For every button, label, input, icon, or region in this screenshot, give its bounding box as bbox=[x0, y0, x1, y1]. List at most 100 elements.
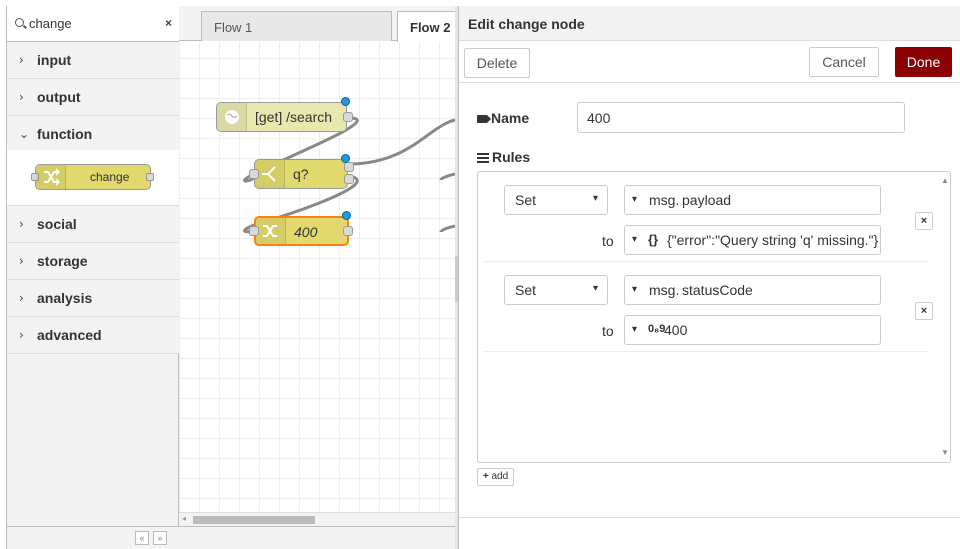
target-type-prefix: msg. bbox=[649, 192, 680, 208]
remove-rule-button[interactable]: × bbox=[915, 302, 933, 320]
output-port bbox=[146, 173, 154, 181]
workspace: Flow 1 Flow 2 [get] /search q? 400 ◂ bbox=[179, 6, 467, 549]
collapse-all-button[interactable]: « bbox=[135, 531, 149, 545]
input-port bbox=[249, 226, 259, 236]
rule-value-text: 400 bbox=[664, 322, 688, 338]
delete-button[interactable]: Delete bbox=[464, 48, 530, 78]
clear-search-icon[interactable]: × bbox=[165, 16, 172, 30]
shuffle-icon bbox=[256, 218, 286, 244]
expand-all-button[interactable]: » bbox=[153, 531, 167, 545]
flow-node-label: 400 bbox=[294, 224, 318, 240]
category-social[interactable]: › social bbox=[7, 206, 179, 243]
target-type-prefix: msg. bbox=[649, 282, 680, 298]
category-label: function bbox=[37, 126, 93, 142]
number-type-icon: 0₈9 bbox=[648, 323, 666, 335]
rule-action-value: Set bbox=[515, 282, 537, 298]
category-label: storage bbox=[37, 253, 88, 269]
type-select-caret-icon[interactable]: ▾ bbox=[632, 284, 637, 295]
dropdown-caret-icon: ▾ bbox=[592, 193, 598, 204]
flow-node-change[interactable]: 400 bbox=[249, 211, 353, 246]
rule-value-input[interactable]: ▾ {} {"error":"Query string 'q' missing.… bbox=[624, 225, 881, 255]
category-label: output bbox=[37, 89, 81, 105]
add-rule-button[interactable]: + add bbox=[477, 468, 514, 486]
output-port bbox=[343, 112, 353, 122]
flow-node-switch[interactable]: q? bbox=[249, 154, 354, 189]
input-port bbox=[249, 169, 259, 179]
palette-search-input[interactable]: change bbox=[29, 16, 72, 31]
category-label: analysis bbox=[37, 290, 93, 306]
remove-rule-button[interactable]: × bbox=[915, 212, 933, 230]
category-output[interactable]: › output bbox=[7, 79, 179, 116]
changed-indicator bbox=[341, 97, 350, 106]
palette-node-change[interactable]: change bbox=[31, 164, 154, 190]
category-label: advanced bbox=[37, 327, 102, 343]
done-button[interactable]: Done bbox=[895, 47, 952, 77]
rule-action-select[interactable]: Set ▾ bbox=[504, 275, 608, 305]
palette-footer: « » bbox=[7, 526, 179, 549]
tab-flow-1[interactable]: Flow 1 bbox=[201, 11, 392, 41]
globe-icon bbox=[217, 103, 247, 131]
flow-canvas[interactable]: [get] /search q? 400 bbox=[179, 42, 455, 512]
tray-header: Edit change node bbox=[459, 6, 960, 41]
name-label-text: Name bbox=[491, 110, 530, 126]
flow-node-http-in[interactable]: [get] /search bbox=[216, 97, 353, 132]
flow-node-label: [get] /search bbox=[255, 109, 333, 125]
palette-node-label: change bbox=[90, 170, 130, 184]
rule-action-select[interactable]: Set ▾ bbox=[504, 185, 608, 215]
category-input[interactable]: › input bbox=[7, 42, 179, 79]
add-rule-label: add bbox=[491, 471, 509, 482]
target-value: payload bbox=[682, 192, 732, 208]
tray-footer bbox=[459, 517, 960, 549]
category-function-nodes: change bbox=[7, 150, 179, 206]
scroll-up-icon[interactable]: ▲ bbox=[941, 176, 949, 185]
list-icon bbox=[477, 153, 489, 163]
rules-scrollbar[interactable]: ▲ ▼ bbox=[939, 172, 950, 462]
scroll-down-icon[interactable]: ▼ bbox=[941, 448, 949, 457]
type-select-caret-icon[interactable]: ▾ bbox=[632, 234, 637, 245]
chevron-right-icon: › bbox=[19, 328, 24, 342]
tray-toolbar: Delete Cancel Done bbox=[459, 41, 960, 83]
output-port bbox=[343, 226, 353, 236]
rule-target-input[interactable]: ▾ msg. payload bbox=[624, 185, 881, 215]
json-type-icon: {} bbox=[648, 232, 659, 247]
palette: change × › input › output ⌄ function cha… bbox=[6, 6, 179, 549]
shuffle-icon bbox=[36, 165, 66, 189]
chevron-down-icon: ⌄ bbox=[19, 127, 30, 141]
rule-value-input[interactable]: ▾ 0₈9 400 bbox=[624, 315, 881, 345]
type-select-caret-icon[interactable]: ▾ bbox=[632, 194, 637, 205]
type-select-caret-icon[interactable]: ▾ bbox=[632, 324, 637, 335]
rules-label: Rules bbox=[477, 149, 530, 165]
chevron-right-icon: › bbox=[19, 217, 24, 231]
to-label: to bbox=[602, 323, 614, 339]
switch-icon bbox=[255, 160, 285, 188]
chevron-right-icon: › bbox=[19, 291, 24, 305]
rule-row: Set ▾ ▾ msg. payload to ▾ {} {"error":"Q… bbox=[483, 172, 933, 262]
plus-icon: + bbox=[482, 471, 489, 482]
changed-indicator bbox=[341, 154, 350, 163]
category-label: input bbox=[37, 52, 72, 68]
category-function[interactable]: ⌄ function bbox=[7, 116, 179, 153]
category-label: social bbox=[37, 216, 77, 232]
category-advanced[interactable]: › advanced bbox=[7, 317, 179, 354]
changed-indicator bbox=[342, 211, 351, 220]
name-field-label: Name bbox=[477, 110, 529, 126]
palette-search[interactable]: change × bbox=[7, 6, 179, 42]
rules-label-text: Rules bbox=[492, 149, 531, 165]
scrollbar-thumb[interactable] bbox=[193, 516, 315, 524]
canvas-horizontal-scrollbar[interactable]: ◂ bbox=[179, 512, 455, 526]
rule-target-input[interactable]: ▾ msg. statusCode bbox=[624, 275, 881, 305]
rule-row: Set ▾ ▾ msg. statusCode to ▾ 0₈9 400 × bbox=[483, 262, 933, 352]
category-storage[interactable]: › storage bbox=[7, 243, 179, 280]
cancel-button[interactable]: Cancel bbox=[809, 47, 879, 77]
flow-node-label: q? bbox=[293, 166, 309, 182]
output-port bbox=[344, 174, 354, 184]
scroll-left-icon[interactable]: ◂ bbox=[182, 514, 186, 523]
to-label: to bbox=[602, 233, 614, 249]
tag-icon bbox=[477, 115, 491, 123]
chevron-right-icon: › bbox=[19, 254, 24, 268]
workspace-footer bbox=[179, 526, 455, 549]
chevron-right-icon: › bbox=[19, 53, 24, 67]
category-analysis[interactable]: › analysis bbox=[7, 280, 179, 317]
rule-action-value: Set bbox=[515, 192, 537, 208]
name-input[interactable] bbox=[577, 102, 905, 133]
